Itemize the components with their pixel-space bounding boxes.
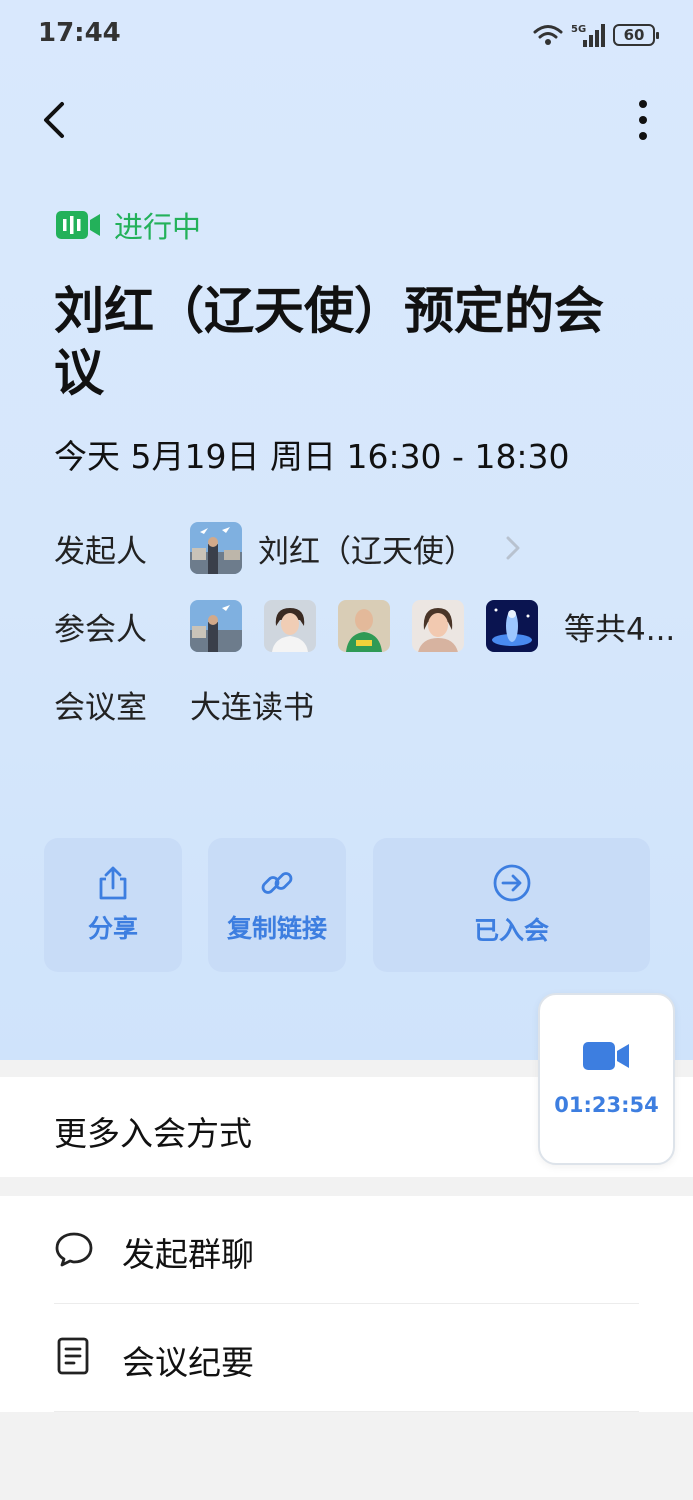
host-avatar <box>190 522 242 574</box>
host-row[interactable]: 发起人 刘红（辽天使） <box>54 522 521 574</box>
meeting-timer: 01:23:54 <box>554 1093 659 1117</box>
attendee-avatar <box>486 600 538 652</box>
meeting-title: 刘红（辽天使）预定的会议 <box>54 282 604 402</box>
floating-meeting-window[interactable]: 01:23:54 <box>538 993 675 1165</box>
meeting-status-text: 进行中 <box>114 210 202 244</box>
attendees-label: 参会人 <box>54 611 147 648</box>
attendee-avatar <box>264 600 316 652</box>
divider <box>54 1411 639 1412</box>
meeting-minutes-item[interactable]: 会议纪要 <box>0 1304 693 1412</box>
attendee-avatar <box>412 600 464 652</box>
room-name: 大连读书 <box>190 689 314 726</box>
link-icon <box>261 872 293 894</box>
joined-button[interactable]: 已入会 <box>373 838 650 972</box>
more-options-icon[interactable] <box>633 96 653 144</box>
room-row: 会议室 大连读书 <box>54 680 314 728</box>
status-time: 17:44 <box>38 18 121 48</box>
room-label: 会议室 <box>54 689 147 726</box>
status-icons: 5G 60 <box>533 20 659 50</box>
attendees-count: 等共4... <box>564 611 676 648</box>
group-chat-label: 发起群聊 <box>122 1235 254 1274</box>
document-icon <box>57 1337 89 1375</box>
host-name: 刘红（辽天使） <box>258 533 475 570</box>
attendee-avatar <box>190 600 242 652</box>
wifi-icon <box>533 25 563 45</box>
arrow-right-circle-icon <box>493 864 530 902</box>
status-bar: 17:44 5G 60 <box>0 0 693 70</box>
actions-list: 发起群聊 会议纪要 <box>0 1196 693 1412</box>
battery-icon: 60 <box>613 24 659 46</box>
attendee-avatar <box>338 600 390 652</box>
group-chat-item[interactable]: 发起群聊 <box>0 1196 693 1303</box>
share-icon <box>99 866 127 900</box>
back-icon[interactable] <box>36 96 76 144</box>
meeting-status: 进行中 <box>56 204 201 246</box>
attendees-row[interactable]: 参会人 等共4... <box>54 600 675 652</box>
meeting-minutes-label: 会议纪要 <box>122 1343 254 1382</box>
share-label: 分享 <box>87 914 138 943</box>
video-camera-icon <box>582 1042 629 1070</box>
joined-label: 已入会 <box>473 916 549 945</box>
more-join-ways-label: 更多入会方式 <box>54 1114 252 1153</box>
copy-link-label: 复制链接 <box>226 914 327 943</box>
host-label: 发起人 <box>54 533 147 570</box>
svg-text:5G: 5G <box>571 24 586 35</box>
video-live-icon <box>56 211 100 239</box>
copy-link-button[interactable]: 复制链接 <box>208 838 346 972</box>
battery-level: 60 <box>623 26 645 44</box>
meeting-datetime: 今天 5月19日 周日 16:30 - 18:30 <box>54 437 570 476</box>
chat-bubble-icon <box>55 1232 93 1267</box>
chevron-right-icon <box>506 536 520 560</box>
signal-5g-icon: 5G <box>571 24 605 47</box>
share-button[interactable]: 分享 <box>44 838 182 972</box>
